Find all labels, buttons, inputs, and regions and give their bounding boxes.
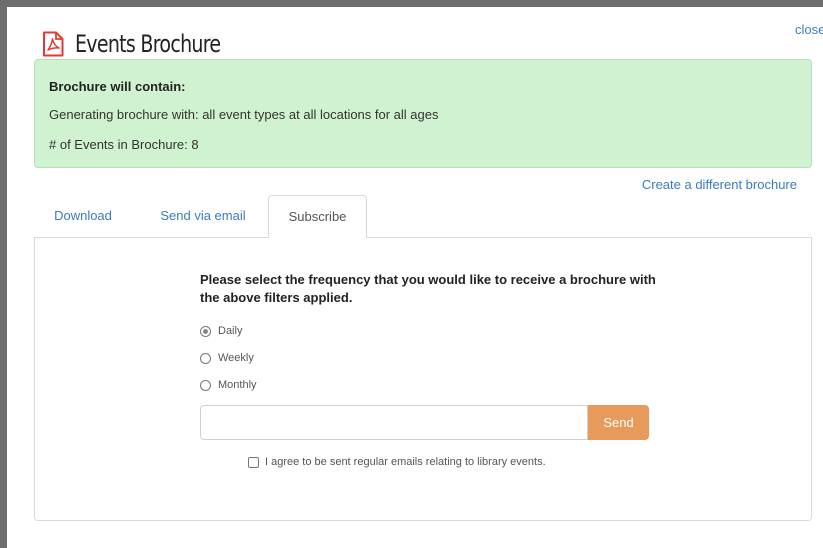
summary-heading: Brochure will contain:: [49, 79, 186, 94]
radio-daily[interactable]: [200, 325, 211, 337]
summary-description: Generating brochure with: all event type…: [49, 107, 439, 122]
tab-download[interactable]: Download: [34, 195, 132, 237]
agree-consent[interactable]: I agree to be sent regular emails relati…: [248, 456, 546, 468]
frequency-option-daily[interactable]: Daily: [200, 325, 242, 337]
email-input[interactable]: [200, 405, 588, 440]
dialog-title: Events Brochure: [75, 30, 221, 58]
subscribe-panel: Please select the frequency that you wou…: [34, 237, 812, 521]
brochure-tabs: Download Send via email Subscribe: [34, 195, 812, 238]
event-count: # of Events in Brochure: 8: [49, 137, 199, 152]
radio-label-daily: Daily: [218, 325, 243, 337]
radio-weekly[interactable]: [200, 352, 211, 364]
pdf-file-icon: [43, 31, 64, 57]
tab-subscribe[interactable]: Subscribe: [268, 195, 367, 238]
close-link[interactable]: close: [795, 22, 823, 37]
send-button[interactable]: Send: [588, 405, 649, 440]
frequency-option-monthly[interactable]: Monthly: [200, 379, 257, 391]
radio-label-weekly: Weekly: [218, 352, 254, 364]
frequency-prompt: Please select the frequency that you wou…: [200, 272, 656, 305]
window-left-border: [0, 0, 7, 548]
brochure-summary: Brochure will contain: Generating brochu…: [34, 59, 812, 168]
dialog-header: Events Brochure: [42, 28, 240, 60]
agree-label: I agree to be sent regular emails relati…: [265, 456, 546, 468]
window-top-border: [0, 0, 823, 7]
create-different-brochure-link[interactable]: Create a different brochure: [642, 177, 797, 192]
radio-label-monthly: Monthly: [218, 379, 257, 391]
radio-monthly[interactable]: [200, 379, 211, 391]
tab-send-via-email[interactable]: Send via email: [138, 195, 268, 237]
agree-checkbox[interactable]: [248, 456, 259, 468]
frequency-option-weekly[interactable]: Weekly: [200, 352, 254, 364]
